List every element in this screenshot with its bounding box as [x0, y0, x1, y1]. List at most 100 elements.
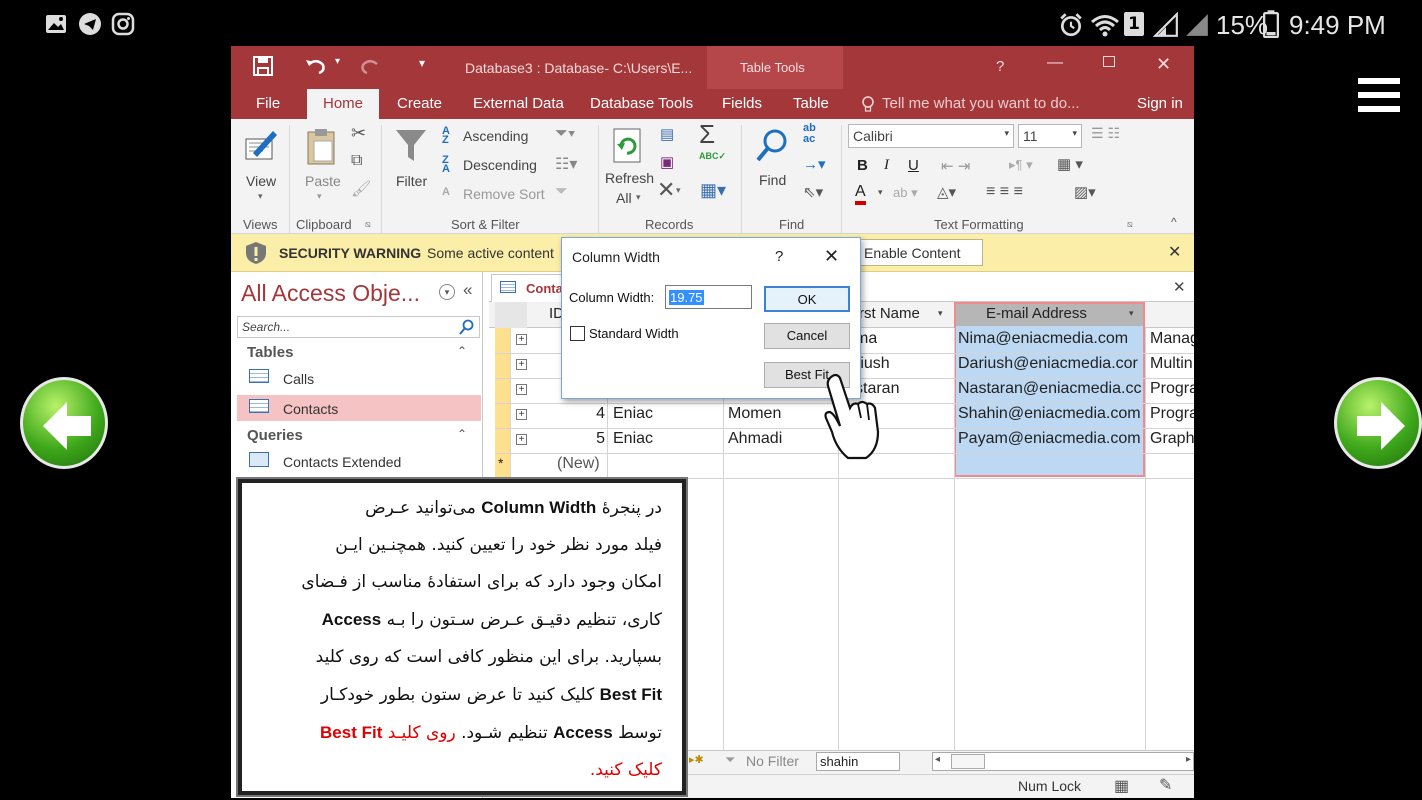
text-formatting-launcher-icon[interactable]: ⧅	[1127, 219, 1133, 230]
column-width-input[interactable]: 19.75	[665, 285, 752, 309]
nav-menu-icon[interactable]: ▾	[439, 284, 455, 300]
cell-job-title[interactable]: Multin	[1150, 355, 1194, 373]
save-icon[interactable]	[253, 56, 273, 76]
column-header-email[interactable]: E-mail Address	[986, 305, 1087, 322]
view-dropdown-icon[interactable]: ▾	[258, 191, 263, 202]
cell-email[interactable]: Shahin@eniacmedia.com	[958, 405, 1144, 423]
cell-id[interactable]: 5	[591, 430, 605, 448]
find-button[interactable]: Find	[759, 172, 786, 188]
sign-in-link[interactable]: Sign in	[1137, 95, 1183, 112]
cell-last-name[interactable]: Momen	[728, 405, 781, 423]
ok-button[interactable]: OK	[764, 286, 850, 312]
search-icon[interactable]	[459, 319, 475, 335]
select-icon[interactable]: ⇖▾	[803, 183, 823, 201]
minimize-icon[interactable]: —	[1047, 54, 1063, 72]
selection-icon[interactable]: ⏷▾	[555, 125, 576, 143]
next-slide-button[interactable]	[1334, 377, 1422, 469]
no-filter-button[interactable]: No Filter	[746, 753, 799, 769]
replace-icon[interactable]: ab ac	[803, 123, 816, 145]
cell-job-title[interactable]: Graph	[1150, 430, 1194, 448]
goto-icon[interactable]: →▾	[803, 155, 826, 173]
menu-icon[interactable]	[1358, 78, 1400, 114]
undo-dropdown-icon[interactable]: ▾	[335, 56, 340, 67]
fill-color-icon[interactable]: ◬▾	[937, 183, 956, 201]
save-record-icon[interactable]: ▣	[660, 153, 674, 171]
nav-section-queries[interactable]: Queries	[247, 427, 303, 444]
paste-dropdown-icon[interactable]: ▾	[317, 191, 322, 202]
cell-email[interactable]: Payam@eniacmedia.com	[958, 430, 1144, 448]
tab-create[interactable]: Create	[397, 95, 442, 112]
close-document-icon[interactable]: ✕	[1173, 278, 1186, 296]
underline-icon[interactable]: U	[908, 157, 919, 174]
cut-icon[interactable]: ✂	[351, 123, 366, 144]
dialog-close-icon[interactable]: ✕	[824, 246, 839, 267]
refresh-button[interactable]: Refresh	[605, 170, 654, 186]
nav-search-input[interactable]: Search...	[237, 316, 480, 338]
nav-item-calls[interactable]: Calls	[283, 371, 314, 387]
alternate-row-color-icon[interactable]: ▨▾	[1074, 183, 1096, 201]
more-icon[interactable]: ▦▾	[700, 180, 726, 201]
font-size-select[interactable]: 11 ▾	[1018, 124, 1082, 148]
cancel-button[interactable]: Cancel	[764, 323, 850, 349]
collapse-queries-icon[interactable]: ⌃	[457, 427, 467, 441]
descending-button[interactable]: Descending	[463, 157, 537, 173]
paste-button[interactable]: Paste	[305, 173, 341, 189]
advanced-filter-icon[interactable]: ☷▾	[555, 154, 577, 174]
clipboard-launcher-icon[interactable]: ⧅	[365, 219, 371, 230]
spelling-icon[interactable]: ABC✓	[699, 151, 726, 162]
record-search-input[interactable]: shahin	[816, 752, 900, 771]
tab-database-tools[interactable]: Database Tools	[590, 95, 693, 112]
tell-me-input[interactable]: Tell me what you want to do...	[882, 95, 1080, 112]
font-color-icon[interactable]: A	[855, 183, 866, 205]
font-name-select[interactable]: Calibri ▾	[848, 124, 1014, 148]
delete-record-icon[interactable]: ✕	[657, 179, 675, 201]
highlight-icon[interactable]: ab ▾	[893, 185, 918, 201]
first-name-dropdown-icon[interactable]: ▾	[938, 308, 943, 319]
select-all-corner[interactable]	[495, 302, 527, 328]
ascending-button[interactable]: Ascending	[463, 128, 528, 144]
collapse-tables-icon[interactable]: ⌃	[457, 344, 467, 358]
scroll-thumb[interactable]	[951, 754, 985, 769]
align-icons[interactable]: ≡ ≡ ≡	[986, 183, 1023, 201]
column-header-first-name[interactable]: rst Name	[859, 305, 920, 322]
expand-row-icon[interactable]: +	[516, 434, 527, 445]
font-color-dropdown-icon[interactable]: ▾	[878, 187, 883, 198]
expand-row-icon[interactable]: +	[516, 409, 527, 420]
format-painter-icon[interactable]: 🖌	[351, 179, 371, 199]
filter-button[interactable]: Filter	[396, 173, 427, 189]
cell-id[interactable]: 4	[591, 405, 605, 423]
new-record-icon[interactable]: ▤	[660, 125, 674, 143]
close-warning-icon[interactable]: ✕	[1168, 242, 1181, 262]
email-dropdown-icon[interactable]: ▾	[1129, 308, 1134, 319]
tab-fields[interactable]: Fields	[722, 95, 762, 112]
paragraph-direction-icon[interactable]: ▸¶ ▾	[1009, 157, 1033, 173]
expand-row-icon[interactable]: +	[516, 384, 527, 395]
indent-icons[interactable]: ⇤ ⇥	[941, 157, 970, 175]
cell-email[interactable]: Nima@eniacmedia.com	[958, 330, 1144, 348]
horizontal-scrollbar[interactable]: ◂ ▸	[932, 752, 1194, 771]
cell-company[interactable]: Eniac	[613, 405, 653, 423]
italic-icon[interactable]: I	[884, 157, 889, 174]
customize-toolbar-icon[interactable]: ▾	[419, 56, 425, 70]
standard-width-checkbox[interactable]	[570, 326, 585, 341]
nav-item-contacts-extended[interactable]: Contacts Extended	[283, 454, 401, 470]
refresh-all-button[interactable]: All	[616, 190, 632, 206]
nav-section-tables[interactable]: Tables	[247, 344, 293, 361]
tab-file[interactable]: File	[256, 95, 280, 112]
restore-icon[interactable]	[1103, 56, 1115, 67]
cell-job-title[interactable]: Progra	[1150, 380, 1194, 398]
scroll-left-icon[interactable]: ◂	[935, 754, 940, 765]
close-icon[interactable]: ✕	[1156, 54, 1171, 75]
cell-job-title[interactable]: Manag	[1150, 330, 1194, 348]
cell-company[interactable]: Eniac	[613, 430, 653, 448]
dialog-help-button[interactable]: ?	[775, 248, 783, 265]
refresh-dropdown-icon[interactable]: ▾	[636, 192, 641, 203]
view-button[interactable]: View	[246, 173, 276, 189]
gridlines-icon[interactable]: ▦ ▾	[1057, 155, 1083, 173]
toggle-filter-icon[interactable]: ⏷	[555, 183, 568, 201]
new-record-nav-icon[interactable]: ▸✱	[689, 753, 704, 766]
totals-icon[interactable]: Σ	[699, 119, 715, 150]
design-view-status-icon[interactable]: ✎	[1159, 775, 1172, 795]
shutter-bar-icon[interactable]: «	[463, 280, 472, 300]
cell-email[interactable]: Dariush@eniacmedia.cor	[958, 355, 1144, 373]
